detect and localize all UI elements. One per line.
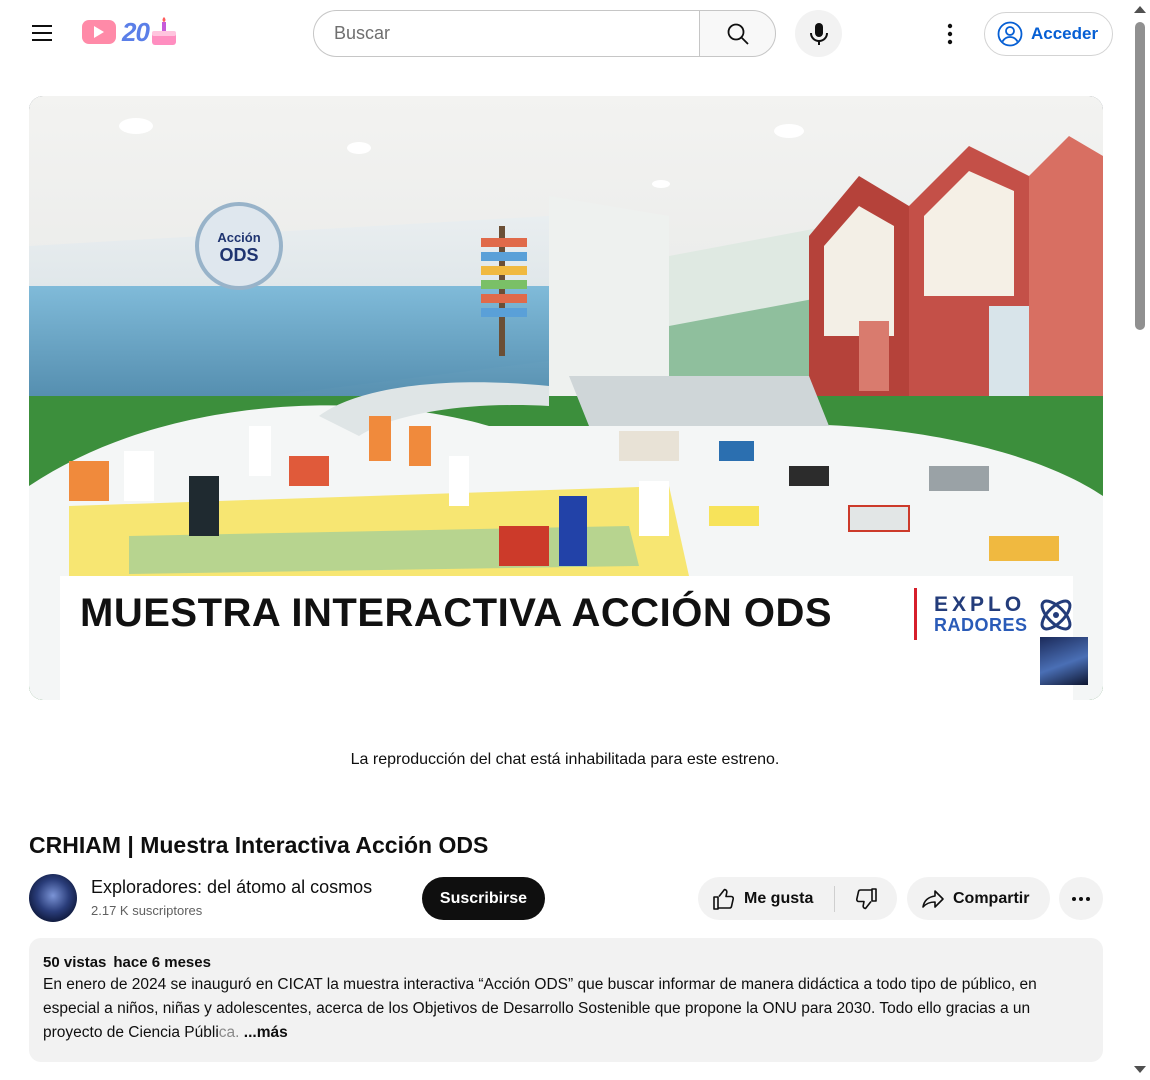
description-fade-text: ca. (218, 1024, 240, 1041)
logo-number: 20 (122, 16, 150, 47)
cake-icon (151, 17, 176, 45)
description-box[interactable]: 50 vistas hace 6 meses En enero de 2024 s… (29, 938, 1103, 1062)
thumbs-down-icon (855, 887, 877, 909)
banner-divider (914, 588, 917, 640)
horizontal-dots-icon (1072, 896, 1090, 901)
video-title: CRHIAM | Muestra Interactiva Acción ODS (29, 832, 489, 858)
chat-disabled-notice: La reproducción del chat está inhabilita… (350, 751, 780, 768)
masthead: 20 Acceder (0, 0, 1130, 66)
upload-age: hace 6 meses (113, 954, 211, 971)
brand-line1: EXPLO (934, 593, 1026, 616)
search-input[interactable] (334, 23, 700, 44)
voice-search-button[interactable] (795, 10, 842, 57)
ods-wall-sign: ODS (219, 245, 258, 265)
youtube-anniversary-logo[interactable]: 20 (82, 14, 177, 50)
dislike-button[interactable] (835, 877, 897, 920)
signin-button[interactable]: Acceder (984, 12, 1113, 56)
page-scrollbar[interactable] (1130, 0, 1150, 1080)
account-icon (997, 21, 1023, 47)
signin-label: Acceder (1031, 24, 1099, 43)
like-dislike-group: Me gusta (698, 877, 897, 920)
search-box (313, 10, 700, 57)
thumbs-up-icon (713, 888, 735, 910)
exploradores-brand-logo: EXPLO RADORES (934, 594, 1028, 634)
share-label: Compartir (953, 889, 1030, 907)
channel-name[interactable]: Exploradores: del átomo al cosmos (91, 877, 372, 898)
channel-avatar[interactable] (29, 874, 77, 922)
banner-title: MUESTRA INTERACTIVA ACCIÓN ODS (80, 591, 833, 635)
like-button[interactable]: Me gusta (698, 877, 834, 920)
subscriber-count: 2.17 K suscriptores (91, 903, 203, 918)
description-text: En enero de 2024 se inauguró en CICAT la… (43, 973, 1089, 1045)
accion-ods-wall-sign: Acción (217, 230, 260, 245)
scroll-down-arrow[interactable] (1134, 1066, 1146, 1073)
scroll-up-arrow[interactable] (1134, 6, 1146, 13)
description-main-text: En enero de 2024 se inauguró en CICAT la… (43, 976, 1037, 1041)
brand-line2: RADORES (934, 615, 1028, 635)
settings-more-button[interactable] (930, 14, 970, 54)
video-meta: 50 vistas hace 6 meses (43, 954, 1089, 971)
video-player[interactable]: Acción ODS MUESTRA INTERACTIVA ACCIÓN OD… (29, 96, 1103, 700)
play-logo-icon (82, 20, 116, 44)
hamburger-icon (32, 25, 52, 41)
channel-watermark[interactable] (1040, 637, 1088, 685)
scrollbar-thumb[interactable] (1135, 22, 1145, 330)
share-arrow-icon (922, 889, 944, 908)
share-button[interactable]: Compartir (907, 877, 1050, 920)
like-label: Me gusta (744, 889, 814, 907)
menu-button[interactable] (20, 13, 64, 53)
more-actions-button[interactable] (1059, 877, 1103, 920)
video-title-banner: MUESTRA INTERACTIVA ACCIÓN ODS EXPLO RAD… (60, 576, 1073, 700)
vertical-dots-icon (947, 23, 953, 45)
show-more-button[interactable]: ...más (244, 1024, 288, 1041)
subscribe-button[interactable]: Suscribirse (422, 877, 545, 920)
view-count: 50 vistas (43, 954, 107, 971)
search-button[interactable] (699, 10, 776, 57)
atom-icon (1040, 599, 1072, 631)
microphone-icon (809, 22, 828, 45)
search-icon (727, 23, 749, 45)
